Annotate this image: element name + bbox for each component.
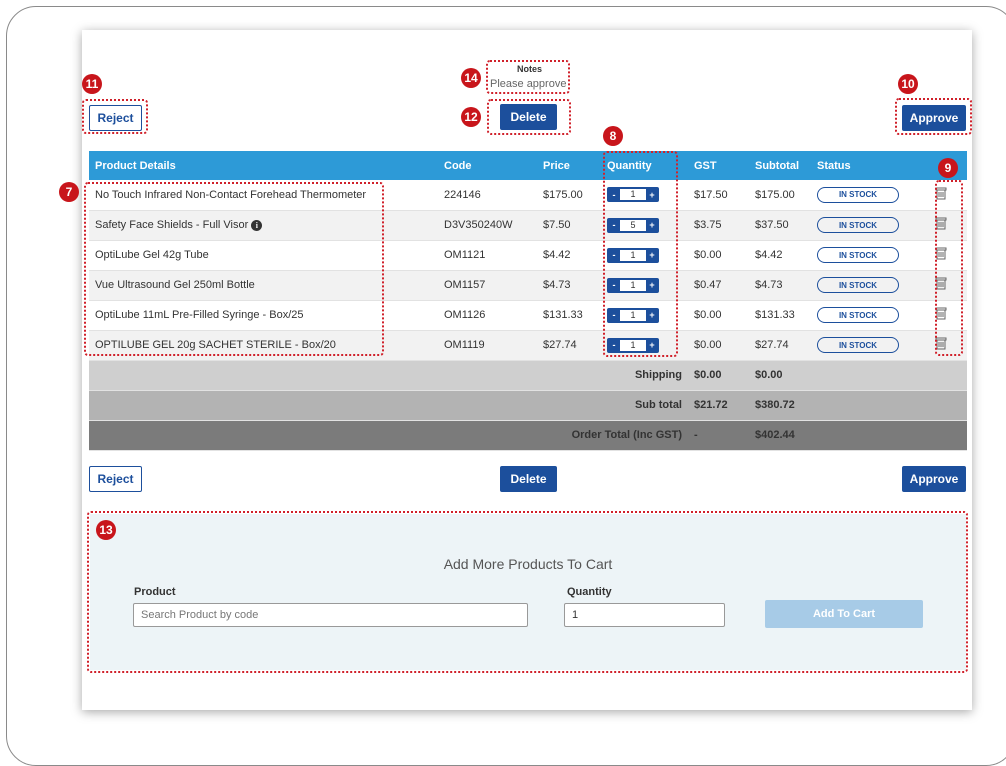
status-badge: IN STOCK (817, 217, 899, 233)
gst-cell: $3.75 (688, 210, 749, 241)
order-total-amount: $402.44 (749, 420, 811, 451)
status-cell: IN STOCK (811, 300, 929, 331)
callout-box-14 (486, 60, 570, 94)
subtotal-cell: $131.33 (749, 300, 811, 331)
status-cell: IN STOCK (811, 240, 929, 271)
order-total-gst: - (688, 420, 749, 451)
table-header-row: Product Details Code Price Quantity GST … (89, 151, 967, 180)
approve-button-bottom[interactable]: Approve (902, 466, 966, 492)
gst-cell: $0.00 (688, 240, 749, 271)
header-product-details: Product Details (89, 151, 438, 180)
callout-badge-11: 11 (82, 74, 102, 94)
product-code-link[interactable]: OM1119 (438, 330, 537, 361)
callout-badge-14: 14 (461, 68, 481, 88)
status-badge: IN STOCK (817, 186, 899, 203)
callout-badge-7: 7 (59, 182, 79, 202)
reject-button-bottom[interactable]: Reject (89, 466, 142, 492)
status-cell: IN STOCK (811, 180, 929, 211)
shipping-label: Shipping (89, 360, 688, 391)
callout-box-7 (84, 182, 384, 356)
product-code-link[interactable]: OM1126 (438, 300, 537, 331)
status-badge: IN STOCK (817, 307, 899, 323)
subtotal-row: Sub total $21.72 $380.72 (89, 390, 967, 421)
shipping-subtotal: $0.00 (749, 360, 811, 391)
price-cell: $27.74 (537, 330, 601, 361)
gst-cell: $17.50 (688, 180, 749, 211)
callout-badge-10: 10 (898, 74, 918, 94)
callout-badge-12: 12 (461, 107, 481, 127)
subtotal-cell: $37.50 (749, 210, 811, 241)
product-code-link[interactable]: 224146 (438, 180, 537, 211)
product-code-link[interactable]: OM1121 (438, 240, 537, 271)
product-code-link[interactable]: OM1157 (438, 270, 537, 301)
subtotal-cell: $4.73 (749, 270, 811, 301)
subtotal-label: Sub total (89, 390, 688, 421)
delete-button-bottom[interactable]: Delete (500, 466, 557, 492)
status-cell: IN STOCK (811, 270, 929, 301)
status-badge: IN STOCK (817, 247, 899, 263)
subtotal-cell: $27.74 (749, 330, 811, 361)
price-cell: $131.33 (537, 300, 601, 331)
callout-box-9 (935, 180, 963, 356)
header-code: Code (438, 151, 537, 180)
shipping-row: Shipping $0.00 $0.00 (89, 360, 967, 391)
status-badge: IN STOCK (817, 337, 899, 353)
gst-cell: $0.00 (688, 330, 749, 361)
status-cell: IN STOCK (811, 330, 929, 361)
gst-cell: $0.47 (688, 270, 749, 301)
gst-cell: $0.00 (688, 300, 749, 331)
delete-button-top[interactable]: Delete (500, 104, 557, 130)
status-cell: IN STOCK (811, 210, 929, 241)
callout-badge-8: 8 (603, 126, 623, 146)
price-cell: $7.50 (537, 210, 601, 241)
subtotal-cell: $4.42 (749, 240, 811, 271)
header-price: Price (537, 151, 601, 180)
header-gst: GST (688, 151, 749, 180)
shipping-gst: $0.00 (688, 360, 749, 391)
callout-badge-13: 13 (96, 520, 116, 540)
price-cell: $4.42 (537, 240, 601, 271)
price-cell: $175.00 (537, 180, 601, 211)
callout-box-8 (603, 151, 678, 357)
reject-button-top[interactable]: Reject (89, 105, 142, 131)
subtotal-gst: $21.72 (688, 390, 749, 421)
approve-button-top[interactable]: Approve (902, 105, 966, 131)
header-subtotal: Subtotal (749, 151, 811, 180)
status-badge: IN STOCK (817, 277, 899, 293)
callout-badge-9: 9 (938, 158, 958, 178)
subtotal-cell: $175.00 (749, 180, 811, 211)
header-status: Status (811, 151, 929, 180)
product-code-link[interactable]: D3V350240W (438, 210, 537, 241)
subtotal-amount: $380.72 (749, 390, 811, 421)
order-total-row: Order Total (Inc GST) - $402.44 (89, 420, 967, 451)
price-cell: $4.73 (537, 270, 601, 301)
callout-box-13 (87, 511, 968, 673)
order-total-label: Order Total (Inc GST) (89, 420, 688, 451)
